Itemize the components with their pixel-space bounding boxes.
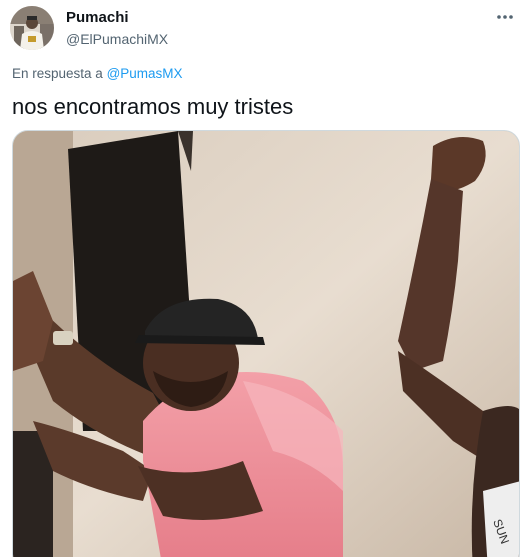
reply-mention-link[interactable]: @PumasMX <box>107 66 183 81</box>
avatar[interactable] <box>10 6 54 50</box>
media-video-frame: SUN <box>13 131 519 557</box>
more-options-button[interactable] <box>494 6 516 28</box>
reply-prefix: En respuesta a <box>12 66 103 81</box>
avatar-image <box>10 6 54 50</box>
tweet-author: Pumachi @ElPumachiMX <box>66 9 168 48</box>
tweet-text: nos encontramos muy tristes <box>12 94 294 119</box>
user-handle[interactable]: @ElPumachiMX <box>66 31 168 48</box>
display-name[interactable]: Pumachi <box>66 9 168 27</box>
tweet-media[interactable]: SUN <box>12 130 520 557</box>
more-horizontal-icon <box>497 15 513 19</box>
tweet-card: Pumachi @ElPumachiMX En respuesta a @Pum… <box>0 0 524 557</box>
reply-context: En respuesta a @PumasMX <box>12 66 183 82</box>
